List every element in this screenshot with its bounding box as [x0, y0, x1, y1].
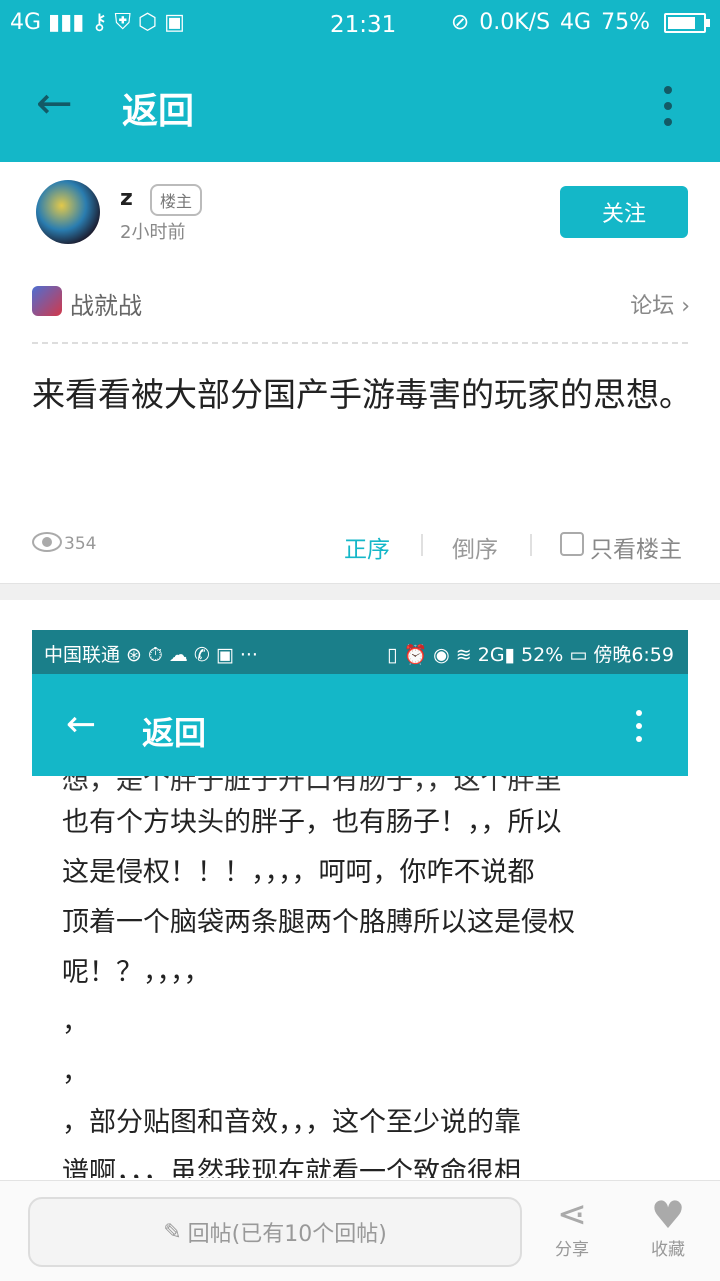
share-icon: ⋖	[556, 1194, 588, 1235]
author-badge: 楼主	[150, 184, 203, 216]
forum-link[interactable]: 论坛 ›	[630, 288, 690, 320]
status-right: ⊘ 0.0K/S 4G 75%	[450, 10, 710, 35]
embedded-screenshot[interactable]: 中国联通 ⊛ ⏱ ☁ ✆ ▣ ··· ▯ ⏰ ◉ ≋ 2G▮ 52% ▭ 傍晚6…	[32, 630, 688, 1178]
order-asc-tab[interactable]: 正序	[344, 530, 390, 564]
embedded-text: 想，是个胖子脏子开口有肠子，，这个胖里 也有个方块头的胖子，也有肠子！，，所以 …	[62, 776, 622, 1178]
embedded-line: ，	[62, 1007, 89, 1038]
favorite-label: 收藏	[651, 1240, 685, 1260]
more-menu-icon[interactable]	[664, 86, 672, 134]
bottom-bar: ✎ 回帖(已有10个回帖) ⋖ 分享 ♥ 收藏	[0, 1180, 720, 1281]
checkbox-icon[interactable]	[560, 532, 584, 556]
status-left-icons: 4G ▮▮▮ ⚷ ⛨ ⬡ ▣	[10, 10, 185, 35]
embedded-title: 返回	[142, 714, 207, 752]
order-desc-tab[interactable]: 倒序	[452, 530, 498, 564]
post-stats-row: 354 正序 倒序 只看楼主	[0, 520, 720, 570]
reply-input[interactable]: ✎ 回帖(已有10个回帖)	[28, 1197, 522, 1267]
embedded-line: 呢！？，，，，	[62, 957, 211, 988]
post-title: 来看看被大部分国产手游毒害的玩家的思想。	[32, 375, 692, 414]
eye-icon	[32, 532, 62, 552]
pencil-icon: ✎	[163, 1219, 182, 1245]
back-arrow-icon[interactable]: ←	[36, 82, 73, 126]
avatar[interactable]	[36, 180, 100, 244]
author-row: z 楼主 2小时前 关注	[0, 162, 720, 262]
net-speed: 0.0K/S	[479, 10, 551, 35]
divider	[32, 342, 688, 344]
embedded-line: 也有个方块头的胖子，也有肠子！，，所以	[62, 807, 562, 838]
embedded-line: 谱啊，，，虽然我现在就看一个致命很相	[62, 1157, 521, 1178]
section-gap	[0, 583, 720, 600]
app-bar: ← 返回	[0, 52, 720, 162]
embedded-line: 想，是个胖子脏子开口有肠子，，这个胖里	[62, 776, 562, 796]
battery-percent: 75%	[601, 10, 650, 35]
embedded-status-right: ▯ ⏰ ◉ ≋ 2G▮ 52% ▭ 傍晚6:59	[386, 644, 674, 666]
mute-icon: ⊘	[450, 10, 470, 35]
heart-icon: ♥	[650, 1193, 686, 1237]
embedded-app-bar: ← 返回	[32, 674, 688, 776]
post-time: 2小时前	[120, 222, 186, 243]
author-name[interactable]: z	[120, 186, 133, 211]
favorite-button[interactable]: ♥ 收藏	[636, 1195, 700, 1260]
embedded-back-arrow-icon: ←	[66, 704, 97, 745]
net-type: 4G	[560, 10, 592, 35]
embedded-status-left: 中国联通 ⊛ ⏱ ☁ ✆ ▣ ···	[44, 644, 258, 666]
embedded-more-icon	[636, 710, 642, 749]
embedded-status-bar: 中国联通 ⊛ ⏱ ☁ ✆ ▣ ··· ▯ ⏰ ◉ ≋ 2G▮ 52% ▭ 傍晚6…	[32, 630, 688, 674]
battery-icon	[664, 12, 710, 33]
status-bar: 4G ▮▮▮ ⚷ ⛨ ⬡ ▣ 21:31 ⊘ 0.0K/S 4G 75%	[0, 0, 720, 52]
status-time: 21:31	[330, 12, 397, 38]
embedded-line: ，部分贴图和音效，，，这个至少说的靠	[62, 1107, 521, 1138]
embedded-line: ，	[62, 1057, 89, 1088]
forum-row[interactable]: 战就战 论坛 ›	[0, 278, 720, 328]
forum-icon	[32, 286, 62, 316]
view-count: 354	[64, 534, 97, 554]
divider	[530, 534, 532, 556]
only-author-toggle[interactable]: 只看楼主	[590, 530, 682, 564]
follow-button[interactable]: 关注	[560, 186, 688, 238]
reply-placeholder: 回帖(已有10个回帖)	[187, 1222, 387, 1247]
divider	[421, 534, 423, 556]
share-button[interactable]: ⋖ 分享	[540, 1194, 604, 1261]
embedded-line: 顶着一个脑袋两条腿两个胳膊所以这是侵权	[62, 907, 575, 938]
forum-name[interactable]: 战就战	[70, 286, 142, 321]
embedded-line: 这是侵权！！！，，，，呵呵，你咋不说都	[62, 857, 535, 888]
page-title[interactable]: 返回	[122, 82, 194, 134]
share-label: 分享	[555, 1240, 589, 1260]
